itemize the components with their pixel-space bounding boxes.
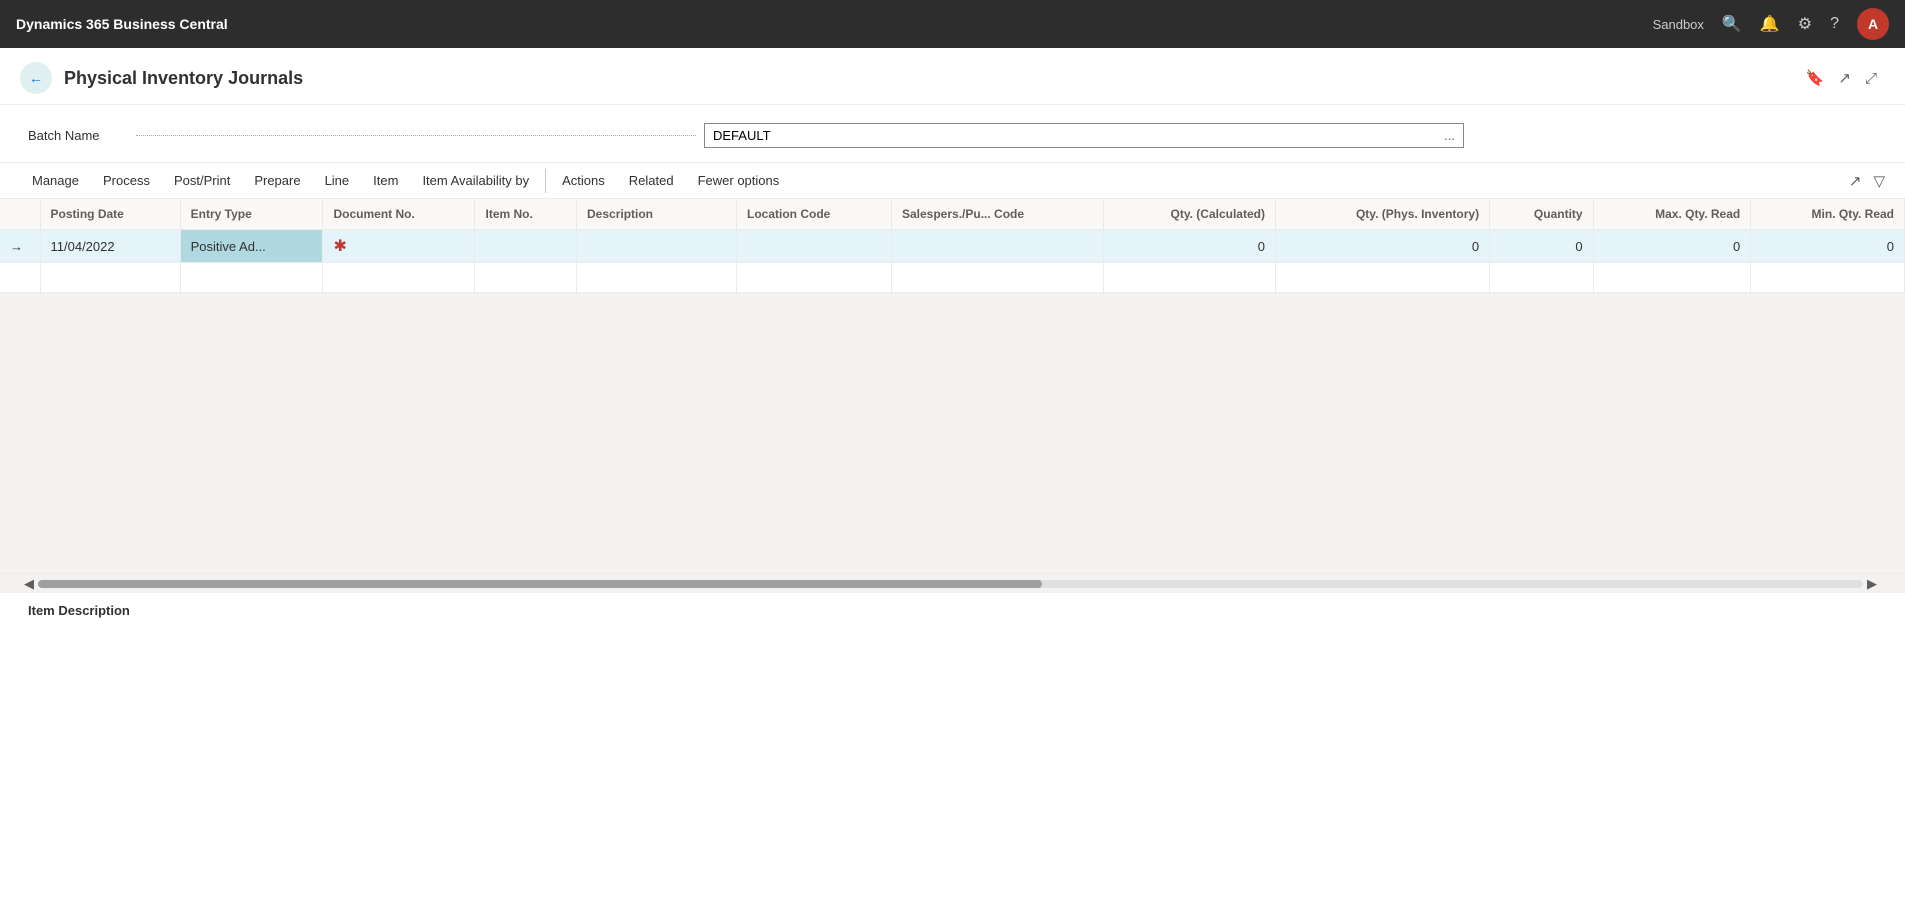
batch-ellipsis-button[interactable]: ... xyxy=(1444,128,1455,143)
cell-qty-calculated[interactable]: 0 xyxy=(1104,230,1276,263)
col-arrow xyxy=(0,199,40,230)
toolbar-fewer-options[interactable]: Fewer options xyxy=(686,167,792,194)
open-in-excel-icon[interactable]: ↗ xyxy=(1849,172,1862,190)
toolbar-process[interactable]: Process xyxy=(91,167,162,194)
top-navigation-bar: Dynamics 365 Business Central Sandbox 🔍 … xyxy=(0,0,1905,48)
batch-row: Batch Name ... xyxy=(28,123,1877,148)
empty-content-area xyxy=(0,293,1905,573)
empty-cell-qty-phys[interactable] xyxy=(1275,263,1489,293)
empty-cell-qty-calc[interactable] xyxy=(1104,263,1276,293)
scroll-right-icon[interactable]: ▶ xyxy=(1863,576,1881,592)
toolbar-prepare[interactable]: Prepare xyxy=(242,167,312,194)
table-header-row: Posting Date Entry Type Document No. Ite… xyxy=(0,199,1905,230)
empty-cell-location-code[interactable] xyxy=(737,263,892,293)
expand-icon[interactable]: ⤢ xyxy=(1865,70,1877,87)
col-qty-phys-inventory: Qty. (Phys. Inventory) xyxy=(1275,199,1489,230)
toolbar-right-actions: ↗ ▽ xyxy=(1849,172,1885,190)
scrollbar-thumb[interactable] xyxy=(38,580,1042,588)
cell-location-code[interactable] xyxy=(737,230,892,263)
notification-icon[interactable]: 🔔 xyxy=(1760,14,1780,34)
page-header: ← Physical Inventory Journals 🔖 ↗ ⤢ xyxy=(0,48,1905,105)
col-item-no: Item No. xyxy=(475,199,577,230)
empty-cell-arrow xyxy=(0,263,40,293)
item-description-label: Item Description xyxy=(28,603,130,618)
empty-cell-posting-date[interactable] xyxy=(40,263,180,293)
batch-section: Batch Name ... xyxy=(0,105,1905,163)
col-entry-type: Entry Type xyxy=(180,199,323,230)
user-avatar[interactable]: A xyxy=(1857,8,1889,40)
batch-input-wrap: ... xyxy=(704,123,1464,148)
open-external-icon[interactable]: ↗ xyxy=(1838,69,1851,87)
filter-icon[interactable]: ▽ xyxy=(1873,172,1885,190)
batch-name-label: Batch Name xyxy=(28,128,128,143)
empty-cell-min-qty[interactable] xyxy=(1751,263,1905,293)
toolbar: Manage Process Post/Print Prepare Line I… xyxy=(0,163,1905,199)
app-brand: Dynamics 365 Business Central xyxy=(16,16,1653,32)
toolbar-manage[interactable]: Manage xyxy=(20,167,91,194)
scroll-left-icon[interactable]: ◀ xyxy=(20,576,38,592)
toolbar-separator xyxy=(545,169,546,193)
required-star-icon: ✱ xyxy=(333,238,346,255)
horizontal-scrollbar-area: ◀ ▶ xyxy=(0,573,1905,593)
empty-cell-quantity[interactable] xyxy=(1490,263,1593,293)
cell-min-qty-read[interactable]: 0 xyxy=(1751,230,1905,263)
search-icon[interactable]: 🔍 xyxy=(1722,14,1742,34)
scrollbar-track[interactable] xyxy=(38,580,1863,588)
cell-salesperson-code[interactable] xyxy=(891,230,1103,263)
page-container: ← Physical Inventory Journals 🔖 ↗ ⤢ Batc… xyxy=(0,48,1905,909)
page-header-icons: 🔖 ↗ ⤢ xyxy=(1806,69,1877,87)
cell-max-qty-read[interactable]: 0 xyxy=(1593,230,1751,263)
cell-description[interactable] xyxy=(577,230,737,263)
toolbar-actions[interactable]: Actions xyxy=(550,167,617,194)
empty-cell-max-qty[interactable] xyxy=(1593,263,1751,293)
col-min-qty-read: Min. Qty. Read xyxy=(1751,199,1905,230)
empty-cell-description[interactable] xyxy=(577,263,737,293)
col-description: Description xyxy=(577,199,737,230)
cell-posting-date[interactable]: 11/04/2022 xyxy=(40,230,180,263)
toolbar-line[interactable]: Line xyxy=(313,167,362,194)
page-title: Physical Inventory Journals xyxy=(64,68,1806,89)
toolbar-postprint[interactable]: Post/Print xyxy=(162,167,242,194)
cell-item-no[interactable] xyxy=(475,230,577,263)
table-wrap: Posting Date Entry Type Document No. Ite… xyxy=(0,199,1905,293)
cell-document-no[interactable]: ✱ xyxy=(323,230,475,263)
batch-name-input[interactable] xyxy=(713,128,1444,143)
top-bar-right: Sandbox 🔍 🔔 ⚙ ? A xyxy=(1653,8,1889,40)
cell-qty-phys-inventory[interactable]: 0 xyxy=(1275,230,1489,263)
toolbar-item-availability[interactable]: Item Availability by xyxy=(410,167,541,194)
col-qty-calculated: Qty. (Calculated) xyxy=(1104,199,1276,230)
col-location-code: Location Code xyxy=(737,199,892,230)
back-button[interactable]: ← xyxy=(20,62,52,94)
col-posting-date: Posting Date xyxy=(40,199,180,230)
bookmark-icon[interactable]: 🔖 xyxy=(1806,69,1825,87)
empty-cell-item-no[interactable] xyxy=(475,263,577,293)
col-quantity: Quantity xyxy=(1490,199,1593,230)
empty-cell-document-no[interactable] xyxy=(323,263,475,293)
empty-cell-entry-type[interactable] xyxy=(180,263,323,293)
help-icon[interactable]: ? xyxy=(1830,15,1839,33)
col-max-qty-read: Max. Qty. Read xyxy=(1593,199,1751,230)
table-empty-row[interactable] xyxy=(0,263,1905,293)
cell-arrow: → xyxy=(0,230,40,263)
toolbar-item[interactable]: Item xyxy=(361,167,410,194)
row-arrow-icon: → xyxy=(10,239,23,254)
cell-entry-type[interactable]: Positive Ad... xyxy=(180,230,323,263)
batch-dots-separator xyxy=(136,135,696,136)
col-salesperson-code: Salespers./Pu... Code xyxy=(891,199,1103,230)
sandbox-label: Sandbox xyxy=(1653,17,1704,32)
empty-cell-salesperson-code[interactable] xyxy=(891,263,1103,293)
toolbar-related[interactable]: Related xyxy=(617,167,686,194)
table-row[interactable]: → 11/04/2022 Positive Ad... ✱ 0 0 0 0 0 xyxy=(0,230,1905,263)
col-document-no: Document No. xyxy=(323,199,475,230)
page-footer: Item Description xyxy=(0,593,1905,628)
cell-quantity[interactable]: 0 xyxy=(1490,230,1593,263)
journal-table: Posting Date Entry Type Document No. Ite… xyxy=(0,199,1905,293)
settings-icon[interactable]: ⚙ xyxy=(1798,14,1812,34)
